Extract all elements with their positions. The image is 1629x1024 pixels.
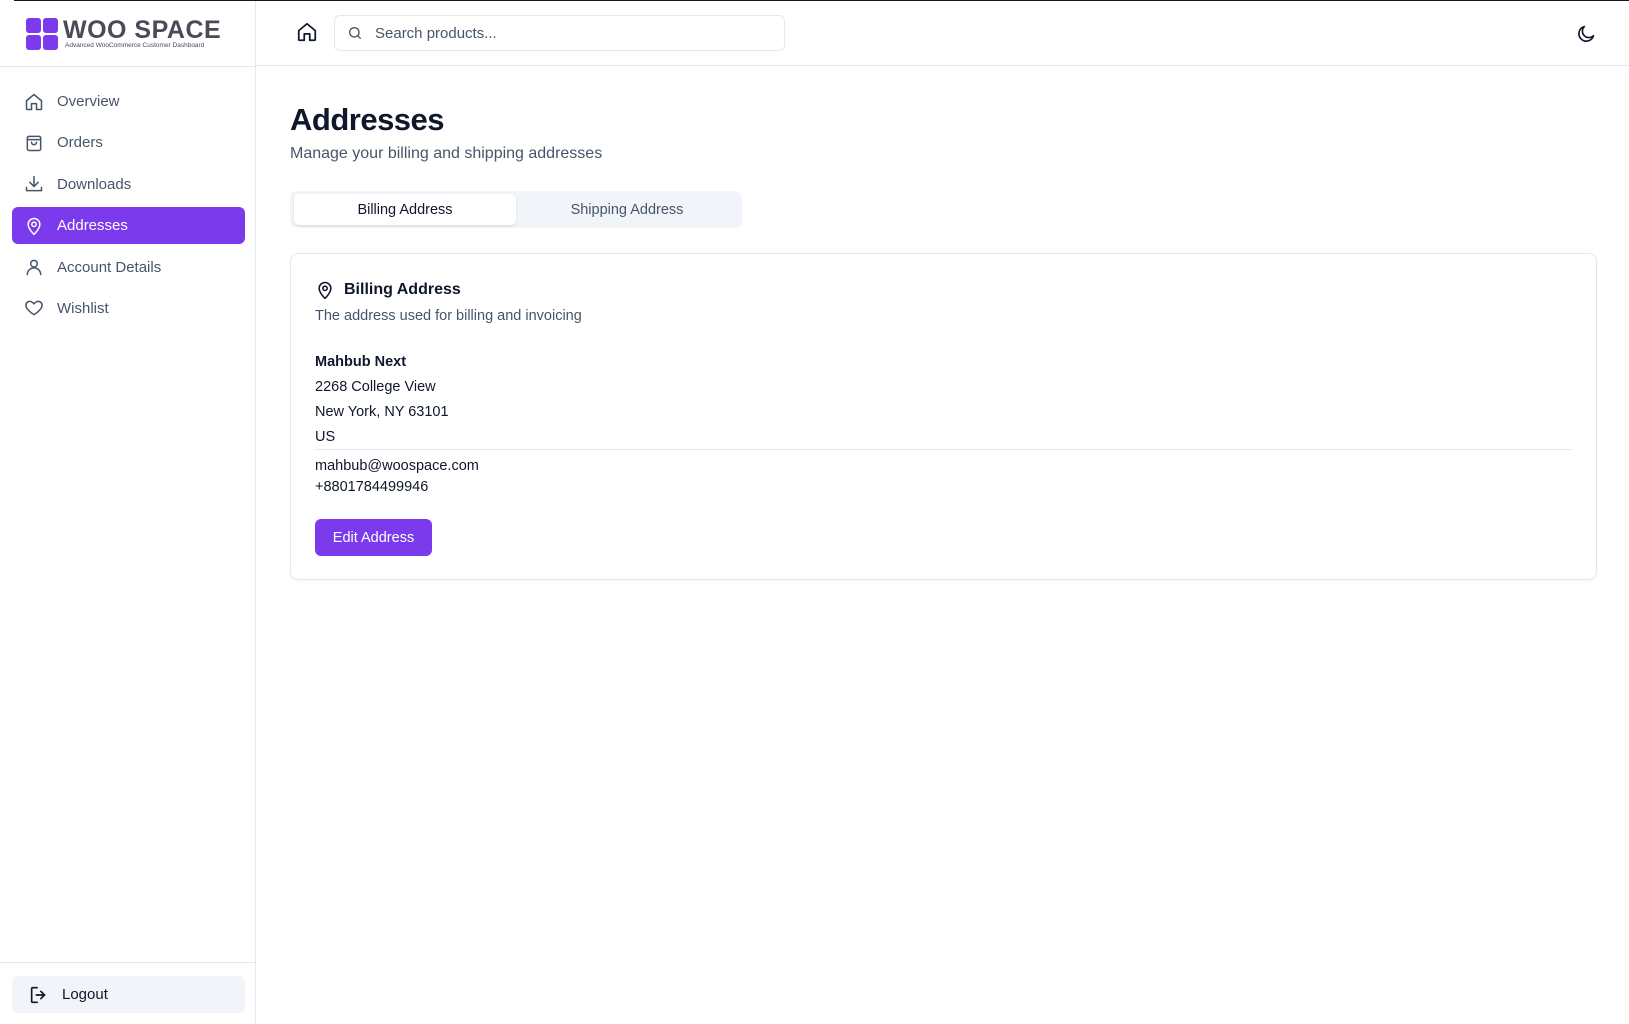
- tab-billing-address[interactable]: Billing Address: [294, 194, 516, 225]
- user-icon: [26, 259, 42, 276]
- tab-shipping-address[interactable]: Shipping Address: [516, 194, 738, 225]
- sidebar-item-orders[interactable]: Orders: [12, 124, 245, 161]
- edit-address-button[interactable]: Edit Address: [315, 519, 432, 556]
- moon-icon[interactable]: [1576, 23, 1597, 44]
- map-pin-icon: [27, 217, 41, 235]
- sidebar-item-label: Wishlist: [57, 299, 109, 317]
- page-subtitle: Manage your billing and shipping address…: [290, 145, 603, 162]
- sidebar-divider: [0, 66, 256, 67]
- address-country: US: [315, 429, 336, 445]
- page-title: Addresses: [290, 102, 445, 137]
- sidebar-nav: Overview Orders Downloads Addresses Acco…: [12, 83, 245, 331]
- search-box[interactable]: [334, 15, 785, 51]
- sidebar-item-label: Orders: [57, 134, 103, 152]
- top-header: [256, 1, 1629, 66]
- contact-email: mahbub@woospace.com: [315, 458, 479, 474]
- address-block: Mahbub Next 2268 College View New York, …: [315, 350, 449, 450]
- search-icon: [349, 27, 361, 39]
- address-street: 2268 College View: [315, 379, 436, 395]
- sidebar-item-account-details[interactable]: Account Details: [12, 249, 245, 286]
- sidebar-item-label: Account Details: [57, 258, 162, 276]
- card-divider: [315, 449, 1572, 450]
- address-name: Mahbub Next: [315, 354, 407, 370]
- sidebar-item-wishlist[interactable]: Wishlist: [12, 290, 245, 327]
- logout-label: Logout: [62, 986, 108, 1003]
- search-input[interactable]: [373, 23, 777, 43]
- logout-button[interactable]: Logout: [12, 976, 245, 1013]
- address-tabs: Billing Address Shipping Address: [290, 191, 742, 228]
- logout-icon: [30, 986, 46, 1003]
- brand-logo[interactable]: WOO SPACE Advanced WooCommerce Customer …: [26, 17, 221, 51]
- sidebar: WOO SPACE Advanced WooCommerce Customer …: [0, 1, 256, 1024]
- home-icon: [25, 93, 43, 110]
- brand-name: WOO SPACE: [63, 16, 222, 44]
- heart-icon: [25, 301, 43, 316]
- sidebar-item-overview[interactable]: Overview: [12, 83, 245, 120]
- sidebar-item-label: Downloads: [57, 175, 132, 193]
- card-title: Billing Address: [344, 281, 461, 298]
- contact-phone: +8801784499946: [315, 479, 429, 495]
- shopping-bag-icon: [26, 135, 42, 152]
- contact-block: mahbub@woospace.com +8801784499946: [315, 456, 479, 498]
- billing-address-card: Billing Address The address used for bil…: [290, 253, 1597, 580]
- logo-mark-icon: [26, 17, 59, 51]
- download-icon: [25, 176, 43, 192]
- sidebar-item-label: Addresses: [57, 217, 128, 235]
- sidebar-item-downloads[interactable]: Downloads: [12, 166, 245, 203]
- sidebar-bottom-divider: [0, 962, 256, 963]
- address-city: New York, NY 63101: [315, 404, 449, 420]
- home-icon[interactable]: [296, 21, 318, 43]
- card-description: The address used for billing and invoici…: [315, 308, 582, 324]
- map-pin-icon: [318, 281, 332, 300]
- brand-tagline: Advanced WooCommerce Customer Dashboard: [65, 42, 205, 49]
- sidebar-item-addresses[interactable]: Addresses: [12, 207, 245, 245]
- sidebar-item-label: Overview: [57, 93, 120, 110]
